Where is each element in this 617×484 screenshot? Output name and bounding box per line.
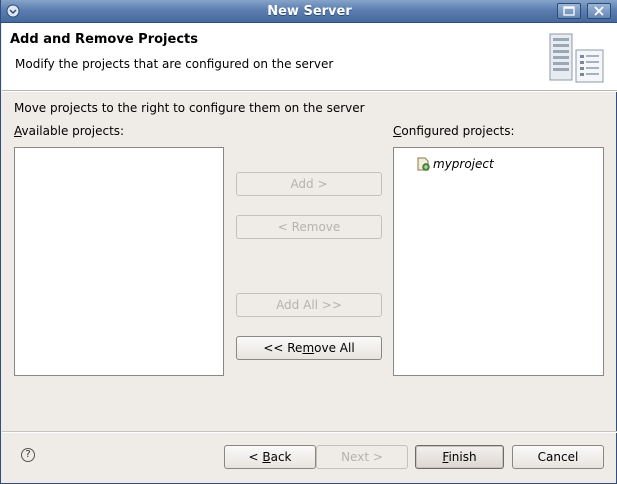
- add-all-button[interactable]: Add All >>: [236, 293, 382, 317]
- close-button[interactable]: [587, 3, 611, 19]
- back-label-a: <: [248, 450, 263, 464]
- page-heading: Add and Remove Projects: [10, 32, 198, 47]
- new-server-dialog: New Server Add and Remove Projects Modif…: [0, 0, 617, 484]
- close-icon: [594, 6, 604, 16]
- remove-all-mnemonic: m: [302, 341, 315, 355]
- available-projects-list[interactable]: [14, 147, 224, 376]
- maximize-button[interactable]: [557, 3, 581, 19]
- help-icon[interactable]: ?: [21, 448, 35, 462]
- back-button[interactable]: < Back: [224, 445, 316, 469]
- back-mnemonic: B: [262, 450, 271, 464]
- remove-all-label-b: ove All: [314, 341, 355, 355]
- server-icon: [549, 33, 604, 83]
- finish-label: inish: [448, 450, 477, 464]
- back-label-b: ack: [270, 450, 292, 464]
- next-button[interactable]: Next >: [316, 445, 408, 469]
- remove-all-label-a: << Re: [263, 341, 303, 355]
- available-label-mnemonic: A: [14, 124, 22, 138]
- add-button[interactable]: Add >: [236, 172, 382, 196]
- banner-separator: [2, 91, 617, 92]
- cancel-button[interactable]: Cancel: [512, 445, 604, 469]
- available-label-text: vailable projects:: [21, 124, 125, 138]
- maximize-icon: [563, 6, 575, 16]
- header-banner: Add and Remove Projects Modify the proje…: [2, 23, 617, 91]
- title-bar[interactable]: New Server: [1, 0, 617, 23]
- project-name: myproject: [433, 157, 494, 171]
- finish-button[interactable]: Finish: [415, 445, 504, 469]
- instruction-text: Move projects to the right to configure …: [14, 101, 365, 115]
- window-title: New Server: [267, 4, 352, 19]
- page-description: Modify the projects that are configured …: [15, 57, 334, 71]
- footer-separator-highlight: [2, 432, 617, 433]
- remove-button[interactable]: < Remove: [236, 215, 382, 239]
- remove-all-button[interactable]: << Remove All: [236, 336, 382, 360]
- available-projects-label: Available projects:: [14, 124, 124, 138]
- web-project-icon: [417, 157, 430, 171]
- configured-projects-label: Configured projects:: [393, 124, 515, 138]
- configured-label-text: onfigured projects:: [401, 124, 515, 138]
- configured-projects-list[interactable]: myproject: [393, 147, 604, 376]
